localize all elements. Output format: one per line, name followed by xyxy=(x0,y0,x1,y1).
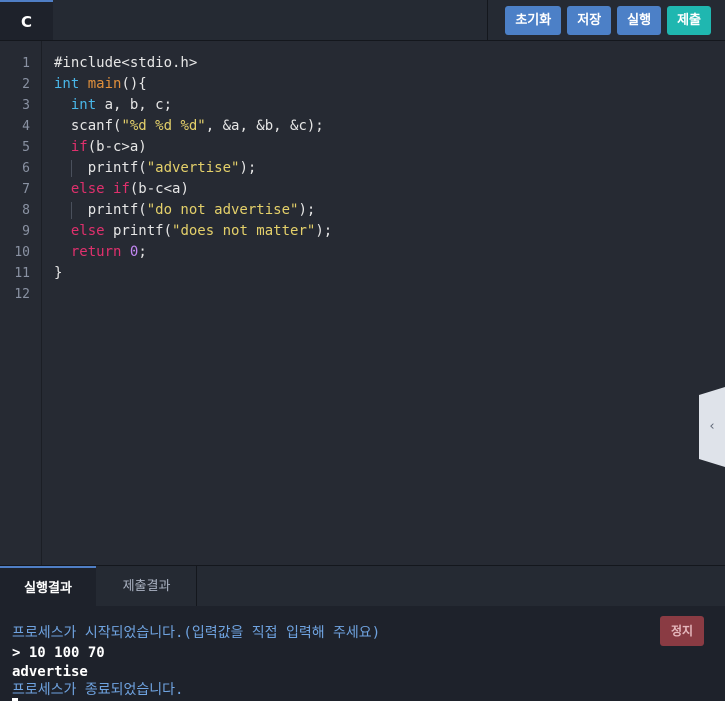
code-line: int main(){ xyxy=(54,76,147,92)
line-number: 6 xyxy=(22,161,30,176)
reset-button[interactable]: 초기화 xyxy=(505,5,562,35)
output-console[interactable]: 정지 프로세스가 시작되었습니다.(입력값을 직접 입력해 주세요) > 10 … xyxy=(0,606,725,701)
top-bar: C 초기화 저장 실행 제출 xyxy=(0,0,725,41)
line-number: 2 xyxy=(22,77,30,92)
save-button[interactable]: 저장 xyxy=(567,5,612,35)
line-number: 12 xyxy=(14,287,30,302)
line-number: 10 xyxy=(14,245,30,260)
code-line: printf("advertise"); xyxy=(54,160,257,177)
line-number: 9 xyxy=(22,224,30,239)
line-number: 11 xyxy=(14,266,30,281)
code-line: else printf("does not matter"); xyxy=(70,223,333,239)
code-text: #include<stdio.h> xyxy=(54,55,198,71)
console-line: 프로세스가 시작되었습니다.(입력값을 직접 입력해 주세요) xyxy=(12,625,381,641)
line-number: 5 xyxy=(22,140,30,155)
line-number: 1 xyxy=(22,56,30,71)
code-line: printf("do not advertise"); xyxy=(54,202,316,219)
line-number: 8 xyxy=(22,203,30,218)
chevron-left-icon: ‹ xyxy=(709,419,715,434)
code-line: int a, b, c; xyxy=(70,97,173,113)
console-line: 프로세스가 종료되었습니다. xyxy=(12,682,184,698)
code-line: return 0; xyxy=(70,244,147,260)
stop-button[interactable]: 정지 xyxy=(660,616,704,646)
toolbar: 초기화 저장 실행 제출 xyxy=(487,0,725,40)
code-line: #include<stdio.h> xyxy=(54,53,332,74)
language-tab[interactable]: C xyxy=(0,0,53,40)
code-line: scanf("%d %d %d", &a, &b, &c); xyxy=(54,118,324,134)
code-line: else if(b-c<a) xyxy=(70,181,189,197)
code-content[interactable]: #include<stdio.h> int main(){ int a, b, c… xyxy=(54,53,332,305)
code-editor[interactable]: 1 2 3 4 5 6 7 8 9 10 11 12 #include<stdi… xyxy=(0,41,725,565)
side-panel-toggle[interactable]: ‹ xyxy=(699,387,725,467)
code-line: } xyxy=(54,265,63,281)
tab-run-result[interactable]: 실행결과 xyxy=(0,566,96,607)
run-button[interactable]: 실행 xyxy=(617,5,662,35)
line-number: 4 xyxy=(22,119,30,134)
output-tabs: 실행결과 제출결과 xyxy=(0,565,725,607)
line-number: 3 xyxy=(22,98,30,113)
line-number-gutter: 1 2 3 4 5 6 7 8 9 10 11 12 xyxy=(0,41,42,565)
submit-button[interactable]: 제출 xyxy=(667,5,711,35)
tab-submit-result[interactable]: 제출결과 xyxy=(97,566,197,607)
code-line: if(b-c>a) xyxy=(70,139,147,155)
line-number: 7 xyxy=(22,182,30,197)
console-line: advertise xyxy=(12,664,88,680)
console-line: > 10 100 70 xyxy=(12,645,105,661)
